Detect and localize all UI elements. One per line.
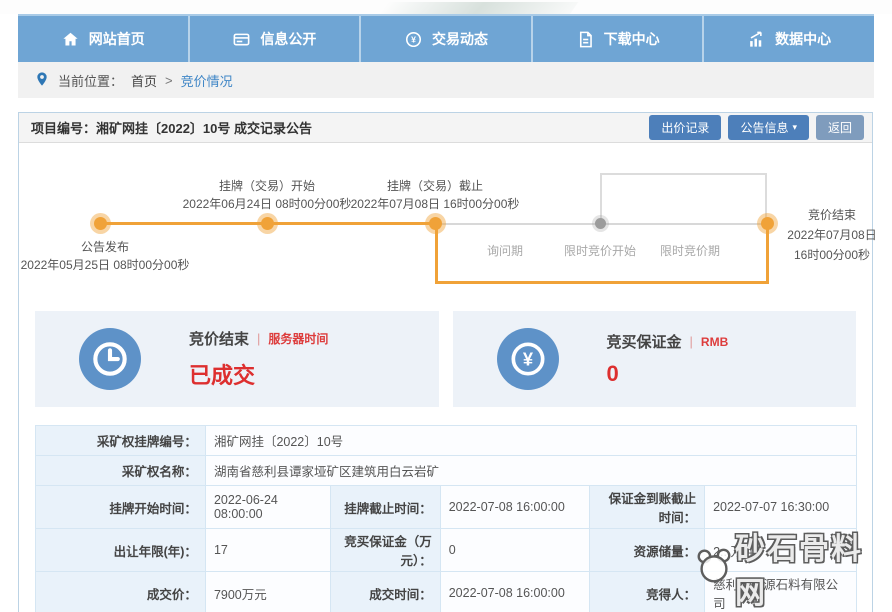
nav-item-label: 信息公开 [260,29,316,49]
svg-text:¥: ¥ [411,34,416,44]
listing-start-value: 2022-06-24 08:00:00 [205,486,330,529]
mine-name-value: 湖南省慈利县谭家垭矿区建筑用白云岩矿 [205,456,856,486]
table-row: 采矿权名称： 湖南省慈利县谭家垭矿区建筑用白云岩矿 [36,456,857,486]
deposit-value: 0 [607,361,729,387]
deal-price-value: 7900万元 [205,572,330,612]
phase-inquiry-period: 询问期 [450,242,560,259]
mining-rights-details-table: 采矿权挂牌编号： 湘矿网挂〔2022〕10号 采矿权名称： 湖南省慈利县谭家垭矿… [35,425,857,612]
panel-titlebar: 项目编号：湘矿网挂〔2022〕10号 成交记录公告 出价记录 公告信息 ▾ 返回 [19,113,872,143]
grant-years-label: 出让年限(年)： [36,529,206,572]
main-nav: 网站首页 信息公开 ¥ 交易动态 下载中心 数据中心 [18,14,874,62]
yuan-cycle-icon: ¥ [404,30,423,49]
card-divider: | [690,334,693,349]
mine-name-label: 采矿权名称： [36,456,206,486]
deposit-card: ¥ 竞买保证金 | RMB 0 [453,311,857,407]
nav-item-label: 下载中心 [604,29,660,49]
home-icon [61,30,80,49]
breadcrumb-label: 当前位置： [58,71,123,90]
bid-deposit-label: 竞买保证金（万元）： [330,529,440,572]
card-subtitle: 服务器时间 [268,330,328,347]
bar-chart-icon [747,30,766,49]
listing-end-value: 2022-07-08 16:00:00 [440,486,589,529]
deposit-deadline-value: 2022-07-07 16:30:00 [705,486,857,529]
announcement-info-button[interactable]: 公告信息 ▾ [728,115,809,140]
nav-item-label: 数据中心 [775,29,831,49]
resource-reserve-value-partially-obscured: 2...万吨 [705,529,857,572]
table-row: 成交价： 7900万元 成交时间： 2022-07-08 16:00:00 竞得… [36,572,857,612]
bid-deposit-value: 0 [440,529,589,572]
back-button[interactable]: 返回 [816,115,864,140]
nav-item-data-center[interactable]: 数据中心 [704,16,874,62]
project-panel: 项目编号：湘矿网挂〔2022〕10号 成交记录公告 出价记录 公告信息 ▾ 返回… [18,112,873,612]
nav-item-label: 交易动态 [432,29,488,49]
auction-timeline: 公告发布 2022年05月25日 08时00分00秒 挂牌（交易）开始 2022… [19,143,872,311]
location-pin-icon [34,71,50,90]
timeline-dot-announcement [94,217,107,230]
timeline-skipped-phase-outline [600,173,767,223]
breadcrumb-current-link[interactable]: 竞价情况 [181,71,233,90]
card-title: 竞买保证金 [607,331,682,352]
milestone-announcement: 公告发布 2022年05月25日 08时00分00秒 [0,238,220,274]
auction-status-value: 已成交 [189,358,328,390]
download-doc-icon [576,30,595,49]
breadcrumb: 当前位置： 首页 > 竞价情况 [18,62,874,98]
timeline-dot-listing-end [429,217,442,230]
status-cards: 竞价结束 | 服务器时间 已成交 ¥ 竞买保证金 | RMB 0 [19,311,872,407]
deal-price-label: 成交价： [36,572,206,612]
milestone-auction-end: 竞价结束 2022年07月08日 16时00分00秒 [771,205,892,265]
card-title: 竞价结束 [189,328,249,349]
card-divider: | [257,331,260,346]
timeline-dot-listing-start [261,217,274,230]
listing-no-label: 采矿权挂牌编号： [36,426,206,456]
page-title: 项目编号：湘矿网挂〔2022〕10号 成交记录公告 [31,118,642,137]
listing-end-label: 挂牌截止时间： [330,486,440,529]
top-banner-strip [0,0,892,14]
phase-timed-bidding-period: 限时竞价期 [635,242,745,259]
info-card-icon [232,30,251,49]
table-row: 采矿权挂牌编号： 湘矿网挂〔2022〕10号 [36,426,857,456]
deal-time-label: 成交时间： [330,572,440,612]
deal-time-value: 2022-07-08 16:00:00 [440,572,589,612]
nav-item-trades[interactable]: ¥ 交易动态 [361,16,533,62]
milestone-listing-end: 挂牌（交易）截止 2022年07月08日 16时00分00秒 [320,177,550,213]
timeline-dot-timed-bidding [595,218,606,229]
chevron-down-icon: ▾ [792,122,797,133]
winner-value: 慈利县鑫源石料有限公司 [705,572,857,612]
nav-item-info[interactable]: 信息公开 [190,16,362,62]
nav-item-label: 网站首页 [89,29,145,49]
table-row: 挂牌开始时间： 2022-06-24 08:00:00 挂牌截止时间： 2022… [36,486,857,529]
breadcrumb-home-link[interactable]: 首页 [131,71,157,90]
listing-no-value: 湘矿网挂〔2022〕10号 [205,426,856,456]
nav-item-home[interactable]: 网站首页 [18,16,190,62]
winner-label: 竞得人： [590,572,705,612]
banner-artifact [372,2,579,14]
table-row: 出让年限(年)： 17 竞买保证金（万元）： 0 资源储量： 2...万吨 [36,529,857,572]
svg-text:¥: ¥ [522,348,533,369]
breadcrumb-separator: > [165,73,173,88]
deposit-deadline-label: 保证金到账截止时间： [590,486,705,529]
resource-reserve-label: 资源储量： [590,529,705,572]
nav-item-downloads[interactable]: 下载中心 [533,16,705,62]
clock-icon [79,328,141,390]
grant-years-value: 17 [205,529,330,572]
yuan-coin-icon: ¥ [497,328,559,390]
listing-start-label: 挂牌开始时间： [36,486,206,529]
auction-status-card: 竞价结束 | 服务器时间 已成交 [35,311,439,407]
card-subtitle: RMB [701,335,728,349]
bid-record-button[interactable]: 出价记录 [649,115,721,140]
